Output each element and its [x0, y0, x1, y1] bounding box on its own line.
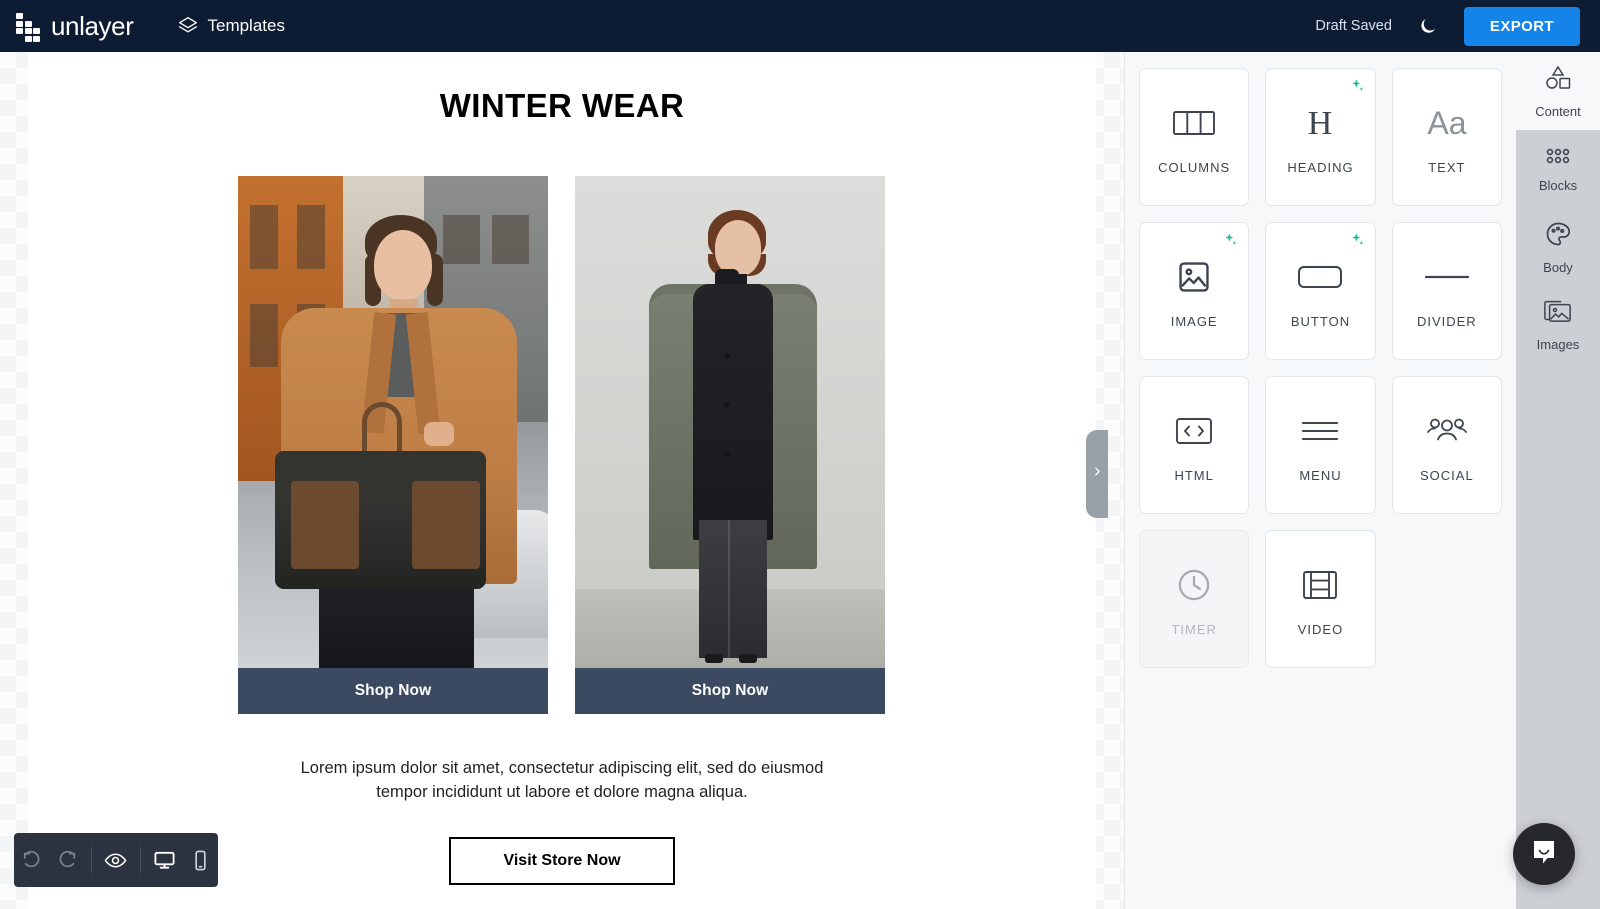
product-image-2[interactable] [575, 175, 885, 668]
email-column-2[interactable]: Shop Now [575, 175, 885, 714]
palette-icon [1544, 220, 1572, 253]
columns-icon [1172, 100, 1216, 146]
code-icon [1175, 408, 1213, 454]
email-canvas[interactable]: WINTER WEAR Shop Now Shop Now Lorem ipsu… [0, 52, 1124, 909]
tool-button[interactable]: BUTTON [1265, 222, 1376, 360]
panel-collapse-handle[interactable] [1086, 430, 1108, 518]
moon-icon[interactable] [1414, 12, 1442, 40]
tool-menu[interactable]: MENU [1265, 376, 1376, 514]
tool-label: IMAGE [1170, 313, 1218, 329]
visit-store-button[interactable]: Visit Store Now [449, 837, 675, 886]
sidebar-item-body[interactable]: Body [1516, 208, 1600, 286]
heading-icon: H [1300, 100, 1340, 146]
unlayer-logo-icon [16, 13, 42, 42]
shop-now-button-1[interactable]: Shop Now [238, 667, 548, 714]
clock-icon [1176, 562, 1212, 608]
images-icon [1543, 299, 1573, 330]
redo-button[interactable] [50, 833, 86, 887]
editor-toolbar [14, 833, 218, 887]
tool-divider[interactable]: DIVIDER [1391, 222, 1502, 360]
chevron-right-icon [1091, 465, 1104, 483]
email-cta-row: Visit Store Now [238, 837, 886, 886]
content-tools-grid: COLUMNS H HEADING Aa TEXT IMAGE BUTTON D… [1139, 68, 1502, 668]
button-icon [1297, 254, 1343, 300]
brand-logo[interactable]: unlayer [16, 10, 134, 42]
video-icon [1302, 562, 1338, 608]
svg-text:H: H [1308, 105, 1333, 142]
export-button[interactable]: EXPORT [1463, 6, 1580, 46]
email-columns-row: Shop Now Shop Now [238, 175, 886, 714]
tool-text[interactable]: Aa TEXT [1391, 68, 1502, 206]
email-heading[interactable]: WINTER WEAR [238, 86, 886, 126]
undo-button[interactable] [14, 833, 50, 887]
shapes-icon [1543, 64, 1573, 97]
tool-label: MENU [1299, 467, 1342, 483]
tool-image[interactable]: IMAGE [1139, 222, 1250, 360]
email-column-1[interactable]: Shop Now [238, 175, 548, 714]
content-tools-panel: COLUMNS H HEADING Aa TEXT IMAGE BUTTON D… [1124, 52, 1516, 909]
sidebar-label: Body [1543, 259, 1573, 275]
unlayer-email-editor: unlayer Templates Draft Saved EXPORT WIN… [0, 0, 1600, 909]
sidebar-item-images[interactable]: Images [1516, 286, 1600, 364]
tool-columns[interactable]: COLUMNS [1139, 68, 1250, 206]
ai-sparkle-icon [1349, 232, 1365, 253]
mobile-view-button[interactable] [182, 833, 218, 887]
tool-label: HEADING [1287, 159, 1354, 175]
layers-icon [178, 16, 198, 36]
tool-label: TEXT [1428, 159, 1466, 175]
menu-icon [1300, 408, 1340, 454]
tool-label: DIVIDER [1416, 313, 1477, 329]
tool-label: BUTTON [1290, 313, 1351, 329]
templates-nav-link[interactable]: Templates [178, 16, 285, 36]
toolbar-divider-2 [139, 847, 141, 873]
tool-video[interactable]: VIDEO [1265, 530, 1376, 668]
tool-label: COLUMNS [1158, 159, 1231, 175]
blocks-icon [1545, 146, 1571, 171]
templates-label: Templates [207, 16, 285, 35]
toolbar-divider-1 [91, 847, 93, 873]
preview-button[interactable] [98, 833, 134, 887]
sidebar-label: Content [1535, 103, 1581, 119]
product-image-1[interactable] [238, 175, 548, 668]
top-bar-actions: Draft Saved EXPORT [1315, 6, 1580, 46]
divider-icon [1424, 254, 1470, 300]
email-paragraph[interactable]: Lorem ipsum dolor sit amet, consectetur … [282, 756, 842, 806]
sidebar-item-blocks[interactable]: Blocks [1516, 130, 1600, 208]
desktop-view-button[interactable] [147, 833, 183, 887]
brand-name: unlayer [51, 10, 134, 41]
text-icon: Aa [1421, 100, 1473, 146]
email-body[interactable]: WINTER WEAR Shop Now Shop Now Lorem ipsu… [28, 52, 1096, 909]
tool-label: TIMER [1171, 621, 1217, 637]
tool-html[interactable]: HTML [1139, 376, 1250, 514]
sidebar-label: Images [1536, 336, 1580, 352]
tool-heading[interactable]: H HEADING [1265, 68, 1376, 206]
tool-label: VIDEO [1297, 621, 1344, 637]
chat-support-button[interactable] [1513, 823, 1575, 885]
draft-status: Draft Saved [1315, 18, 1392, 34]
sidebar-item-content[interactable]: Content [1516, 52, 1600, 130]
ai-sparkle-icon [1222, 232, 1238, 253]
sidebar-label: Blocks [1538, 177, 1578, 193]
social-icon [1425, 408, 1469, 454]
tool-social[interactable]: SOCIAL [1391, 376, 1502, 514]
shop-now-button-2[interactable]: Shop Now [575, 667, 885, 714]
chat-bubble-icon [1529, 837, 1559, 872]
tool-label: SOCIAL [1419, 467, 1474, 483]
tool-timer: TIMER [1139, 530, 1250, 668]
side-tab-rail: Content Blocks Body Images [1516, 52, 1600, 909]
ai-sparkle-icon [1349, 78, 1365, 99]
top-bar: unlayer Templates Draft Saved EXPORT [0, 0, 1600, 52]
image-icon [1177, 254, 1211, 300]
tool-label: HTML [1174, 467, 1214, 483]
svg-text:Aa: Aa [1427, 105, 1466, 141]
